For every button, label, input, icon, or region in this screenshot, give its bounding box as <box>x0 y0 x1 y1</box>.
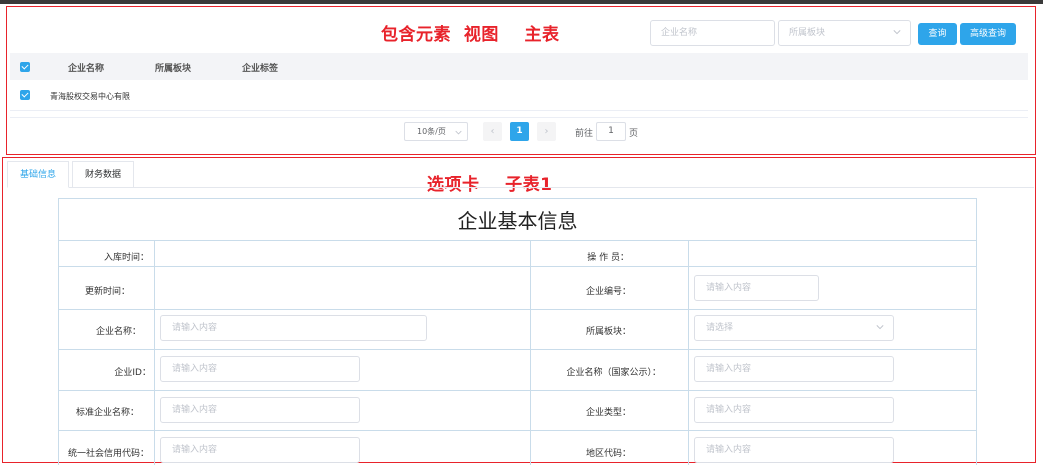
page-size-select[interactable]: 10条/页 <box>404 122 468 141</box>
sector-select-placeholder: 所属板块 <box>789 28 826 38</box>
company-code-label: 企业编号： <box>585 287 631 297</box>
standard-name-input[interactable]: 请输入内容 <box>160 397 360 423</box>
goto-prefix: 前往 <box>575 129 594 139</box>
company-name-search-input[interactable]: 企业名称 <box>650 20 775 46</box>
column-header-sector[interactable]: 所属板块 <box>155 61 191 74</box>
tabs-baseline <box>7 187 1034 188</box>
query-button[interactable]: 查询 <box>918 23 957 45</box>
window-top-strip <box>0 0 1043 4</box>
sector-label: 所属板块： <box>585 327 631 337</box>
credit-code-label: 统一社会信用代码： <box>67 449 149 459</box>
company-code-input[interactable]: 请输入内容 <box>694 275 819 301</box>
chevron-down-icon <box>876 325 884 330</box>
table-row[interactable]: 青海股权交易中心有限 <box>10 81 1028 111</box>
entry-time-label: 入库时间： <box>103 253 149 263</box>
page-size-label: 10条/页 <box>417 127 446 136</box>
column-header-tags[interactable]: 企业标签 <box>242 61 278 74</box>
company-name-public-input[interactable]: 请输入内容 <box>694 356 894 382</box>
update-time-label: 更新时间： <box>84 287 130 297</box>
pagination-divider <box>10 117 1028 118</box>
region-code-label: 地区代码： <box>585 449 631 459</box>
column-divider <box>154 241 155 465</box>
column-divider <box>530 241 531 465</box>
company-type-label: 企业类型： <box>585 408 631 418</box>
page-1-button[interactable]: 1 <box>510 122 529 141</box>
operator-label: 操 作 员： <box>587 253 629 263</box>
company-id-label: 企业ID： <box>114 368 151 378</box>
row-checkbox[interactable] <box>20 90 30 100</box>
prev-page-button[interactable]: ‹ <box>483 122 502 141</box>
sector-form-select[interactable]: 请选择 <box>694 315 894 341</box>
column-header-company-name[interactable]: 企业名称 <box>68 61 104 74</box>
region-code-input[interactable]: 请输入内容 <box>694 437 894 463</box>
next-page-button[interactable]: › <box>537 122 556 141</box>
table-header: 企业名称 所属板块 企业标签 <box>10 53 1028 80</box>
row-divider <box>58 309 977 310</box>
sector-select[interactable]: 所属板块 <box>778 20 911 46</box>
chevron-down-icon <box>455 130 462 135</box>
company-id-input[interactable]: 请输入内容 <box>160 356 360 382</box>
master-annotation-label: 包含元素 视图 主表 <box>381 25 560 45</box>
form-title: 企业基本信息 <box>59 199 976 241</box>
row-divider <box>58 349 977 350</box>
tab-financial-data[interactable]: 财务数据 <box>72 161 135 188</box>
company-name-label: 企业名称： <box>95 327 141 337</box>
detail-annotation-label: 选项卡 子表1 <box>427 175 553 195</box>
advanced-query-button[interactable]: 高级查询 <box>960 23 1016 45</box>
select-all-checkbox[interactable] <box>20 62 30 72</box>
column-divider <box>688 241 689 465</box>
row-divider <box>58 390 977 391</box>
sector-form-select-placeholder: 请选择 <box>706 323 734 333</box>
credit-code-input[interactable]: 请输入内容 <box>160 437 360 463</box>
company-name-public-label: 企业名称（国家公示）： <box>566 368 661 378</box>
goto-page-input[interactable]: 1 <box>596 122 626 141</box>
chevron-down-icon <box>893 30 901 35</box>
standard-name-label: 标准企业名称： <box>75 408 139 418</box>
company-name-input[interactable]: 请输入内容 <box>160 315 427 341</box>
row-divider <box>58 266 977 267</box>
goto-suffix: 页 <box>629 129 639 139</box>
row-divider <box>58 430 977 431</box>
tab-basic-info[interactable]: 基础信息 <box>7 161 70 188</box>
row-company-name: 青海股权交易中心有限 <box>50 92 130 101</box>
company-type-input[interactable]: 请输入内容 <box>694 397 894 423</box>
